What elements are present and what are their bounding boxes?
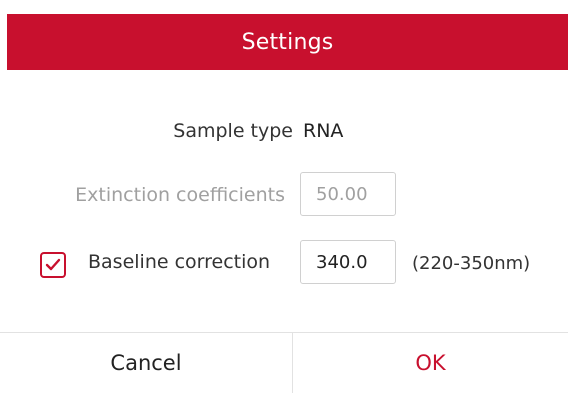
- sample-type-label: Sample type: [173, 120, 293, 142]
- baseline-wavelength-value: 340.0: [316, 251, 368, 273]
- dialog-body: Sample type RNA Extinction coefficients …: [7, 70, 568, 332]
- baseline-correction-checkbox[interactable]: [40, 252, 66, 278]
- extinction-coefficients-input[interactable]: 50.00: [300, 172, 396, 216]
- extinction-coefficients-value: 50.00: [316, 183, 368, 205]
- baseline-range-hint: (220-350nm): [412, 253, 531, 274]
- baseline-wavelength-input[interactable]: 340.0: [300, 240, 396, 284]
- dialog-header: Settings: [7, 14, 568, 70]
- cancel-button[interactable]: Cancel: [0, 333, 293, 393]
- checkmark-icon: [45, 258, 61, 271]
- dialog-title: Settings: [241, 29, 334, 55]
- dialog-footer: Cancel OK: [0, 332, 568, 393]
- top-strip: [0, 0, 568, 14]
- extinction-coefficients-label: Extinction coefficients: [75, 184, 285, 206]
- baseline-correction-label: Baseline correction: [88, 251, 271, 273]
- ok-button[interactable]: OK: [293, 333, 568, 393]
- sample-type-value: RNA: [303, 120, 344, 142]
